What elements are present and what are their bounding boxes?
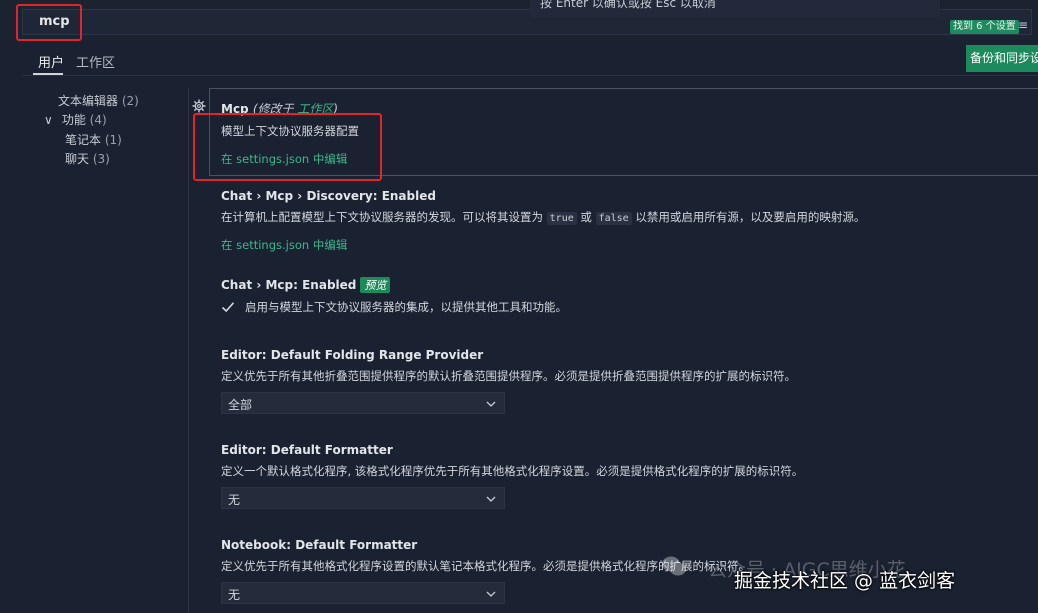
setting-title: Editor: Default Formatter bbox=[221, 443, 1031, 457]
toc-item-count: (4) bbox=[89, 113, 107, 127]
default-formatter-select[interactable]: 无 bbox=[221, 487, 505, 509]
toc-item-count: (1) bbox=[104, 133, 122, 147]
backup-sync-button[interactable]: 备份和同步设置 bbox=[966, 45, 1038, 72]
setting-default-formatter: Editor: Default Formatter 定义一个默认格式化程序, 该… bbox=[221, 443, 1031, 509]
setting-title: Chat › Mcp › Discovery: Enabled bbox=[221, 189, 1031, 203]
toc-item-count: (3) bbox=[92, 152, 110, 166]
modified-note-suffix: ) bbox=[333, 102, 339, 116]
select-value: 无 bbox=[228, 493, 241, 507]
filter-icon[interactable]: ≡ bbox=[1018, 18, 1028, 32]
check-icon[interactable] bbox=[221, 300, 235, 314]
setting-title: Notebook: Default Formatter bbox=[221, 538, 1031, 552]
description-text: 以禁用或启用所有源，以及要启用的映射源。 bbox=[631, 210, 866, 224]
edit-in-settings-json-link[interactable]: 在 settings.json 中编辑 bbox=[221, 237, 1031, 253]
setting-name: Mcp bbox=[221, 102, 249, 116]
setting-description: 模型上下文协议服务器配置 bbox=[221, 124, 359, 138]
watermark: 掘金技术社区 @ 蓝衣剑客 bbox=[734, 570, 956, 592]
toc-item-label: 聊天 bbox=[65, 152, 90, 166]
toc-item-label: 文本编辑器 bbox=[58, 94, 119, 108]
chevron-down-icon bbox=[486, 591, 496, 597]
toc-item-chat[interactable]: 聊天 (3) bbox=[65, 150, 110, 167]
setting-title: Editor: Default Folding Range Provider bbox=[221, 348, 1031, 362]
setting-default-folding-range-provider: Editor: Default Folding Range Provider 定… bbox=[221, 348, 1031, 414]
tab-user[interactable]: 用户 bbox=[38, 52, 64, 71]
setting-category: Notebook: bbox=[221, 538, 296, 552]
setting-category: Editor: bbox=[221, 443, 271, 457]
setting-description: 定义一个默认格式化程序, 该格式化程序优先于所有其他格式化程序设置。必须是提供格… bbox=[221, 464, 804, 478]
toc-item-count: (2) bbox=[121, 94, 139, 108]
edit-in-settings-json-link[interactable]: 在 settings.json 中编辑 bbox=[221, 151, 1031, 167]
setting-title: Mcp (修改于 工作区) bbox=[221, 100, 1031, 117]
code-true: true bbox=[546, 212, 577, 225]
setting-name: Discovery: Enabled bbox=[306, 189, 436, 203]
toc-item-label: 笔记本 bbox=[65, 133, 102, 147]
setting-discovery-enabled: Chat › Mcp › Discovery: Enabled 在计算机上配置模… bbox=[221, 189, 1031, 253]
notebook-formatter-select[interactable]: 无 bbox=[221, 582, 505, 604]
folding-provider-select[interactable]: 全部 bbox=[221, 392, 505, 414]
gear-icon[interactable] bbox=[192, 99, 206, 113]
preview-badge: 预览 bbox=[360, 277, 391, 293]
setting-name: Default Formatter bbox=[295, 538, 418, 552]
setting-mcp-enabled: Chat › Mcp: Enabled 预览 启用与模型上下文协议服务器的集成，以… bbox=[221, 277, 1031, 315]
setting-mcp: Mcp (修改于 工作区) 模型上下文协议服务器配置 在 settings.js… bbox=[221, 100, 1031, 167]
description-text: 在计算机上配置模型上下文协议服务器的发现。可以将其设置为 bbox=[221, 210, 547, 224]
toc-item-features[interactable]: ∨ 功能 (4) bbox=[44, 111, 107, 128]
setting-name: Default Folding Range Provider bbox=[270, 348, 484, 362]
setting-name: Default Formatter bbox=[270, 443, 393, 457]
chevron-down-icon bbox=[486, 401, 496, 407]
toc-item-label: 功能 bbox=[61, 113, 86, 127]
setting-name: Enabled bbox=[302, 278, 357, 292]
wechat-icon bbox=[662, 556, 686, 576]
setting-category: Chat › Mcp: bbox=[221, 278, 303, 292]
search-value: mcp bbox=[39, 14, 70, 29]
chevron-down-icon: ∨ bbox=[44, 113, 53, 127]
modified-note-prefix: (修改于 bbox=[252, 102, 298, 116]
select-value: 无 bbox=[228, 588, 241, 602]
mcp-enabled-checkbox-row[interactable]: 启用与模型上下文协议服务器的集成，以提供其他工具和功能。 bbox=[221, 299, 1031, 315]
tabs-divider bbox=[22, 75, 1038, 76]
setting-category: Editor: bbox=[221, 348, 271, 362]
modified-scope-link[interactable]: 工作区 bbox=[297, 102, 333, 116]
setting-category: Chat › Mcp › bbox=[221, 189, 307, 203]
setting-description: 定义优先于所有其他折叠范围提供程序的默认折叠范围提供程序。必须是提供折叠范围提供… bbox=[221, 369, 796, 383]
select-value: 全部 bbox=[228, 398, 253, 412]
code-false: false bbox=[595, 212, 632, 225]
chevron-down-icon bbox=[486, 496, 496, 502]
setting-title: Chat › Mcp: Enabled 预览 bbox=[221, 277, 1031, 293]
toc-divider bbox=[188, 88, 189, 613]
setting-description: 在计算机上配置模型上下文协议服务器的发现。可以将其设置为 true 或 fals… bbox=[221, 209, 1031, 225]
toc-item-notebook[interactable]: 笔记本 (1) bbox=[65, 131, 122, 148]
search-hint-popup: 按 Enter 以确认或按 Esc 以取消 bbox=[530, 0, 940, 18]
checkbox-label: 启用与模型上下文协议服务器的集成，以提供其他工具和功能。 bbox=[245, 300, 567, 314]
toc-item-text-editor[interactable]: 文本编辑器 (2) bbox=[58, 92, 139, 109]
description-text: 或 bbox=[576, 210, 596, 224]
tab-workspace[interactable]: 工作区 bbox=[76, 52, 115, 71]
results-count-badge: 找到 6 个设置 bbox=[950, 20, 1019, 34]
search-hint-text: 按 Enter 以确认或按 Esc 以取消 bbox=[540, 0, 716, 10]
